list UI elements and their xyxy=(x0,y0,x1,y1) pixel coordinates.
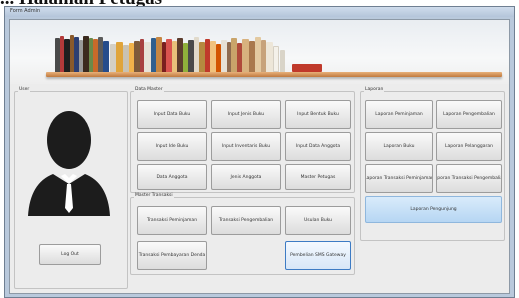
book-icon xyxy=(242,39,249,72)
input-data-anggota-button[interactable]: Input Data Anggota xyxy=(285,132,351,161)
user-panel-label: User xyxy=(18,87,31,93)
data-master-panel: Data Master Input Data Buku Input Jenis … xyxy=(130,87,355,193)
book-icon xyxy=(116,42,123,72)
book-icon xyxy=(103,41,109,72)
red-book-icon xyxy=(292,64,322,72)
master-petugas-button[interactable]: Master Petugas xyxy=(285,164,351,190)
form-admin-window: Form Admin User Log Out Data Master Inpu… xyxy=(4,6,515,298)
logout-button[interactable]: Log Out xyxy=(39,244,101,265)
laporan-pelanggaran-button[interactable]: Laporan Pelanggaran xyxy=(436,132,502,161)
transaksi-peminjaman-button[interactable]: Transaksi Peminjaman xyxy=(137,206,207,235)
bookshelf-image xyxy=(10,20,509,84)
book-icon xyxy=(273,46,279,72)
laporan-pengembalian-button[interactable]: Laporan Pengembalian xyxy=(436,100,502,129)
usulan-buku-button[interactable]: Usulan Buku xyxy=(285,206,351,235)
transaksi-pengembalian-button[interactable]: Transaksi Pengembalian xyxy=(211,206,281,235)
laporan-transaksi-peminjaman-button[interactable]: Laporan Transaksi Peminjaman xyxy=(365,164,433,193)
book-icon xyxy=(144,42,151,72)
title-bar[interactable]: Form Admin xyxy=(5,7,514,17)
input-bentuk-buku-button[interactable]: Input Bentuk Buku xyxy=(285,100,351,129)
input-jenis-buku-button[interactable]: Input Jenis Buku xyxy=(211,100,281,129)
data-anggota-button[interactable]: Data Anggota xyxy=(137,164,207,190)
data-master-label: Data Master xyxy=(134,87,164,93)
laporan-label: Laporan xyxy=(364,87,385,93)
laporan-peminjaman-button[interactable]: Laporan Peminjaman xyxy=(365,100,433,129)
laporan-transaksi-pengembalian-button[interactable]: Laporan Transaksi Pengembalian xyxy=(436,164,502,193)
user-panel: User Log Out xyxy=(14,87,128,289)
window-title: Form Admin xyxy=(10,8,41,14)
user-avatar-icon xyxy=(28,111,110,216)
header-banner xyxy=(10,20,509,84)
book-icon xyxy=(266,42,273,72)
input-data-buku-button[interactable]: Input Data Buku xyxy=(137,100,207,129)
master-transaksi-label: Master Transaksi xyxy=(134,193,174,199)
input-ide-buku-button[interactable]: Input Ide Buku xyxy=(137,132,207,161)
wooden-shelf xyxy=(46,72,502,77)
jenis-anggota-button[interactable]: Jenis Anggota xyxy=(211,164,281,190)
laporan-pengunjung-button[interactable]: Laporan Pengunjung xyxy=(365,196,502,223)
laporan-buku-button[interactable]: Laporan Buku xyxy=(365,132,433,161)
input-inventaris-buku-button[interactable]: Input Inventaris Buku xyxy=(211,132,281,161)
transaksi-pembayaran-denda-button[interactable]: Transaksi Pembayaran Denda xyxy=(137,241,207,270)
window-client-area: User Log Out Data Master Input Data Buku… xyxy=(9,19,510,294)
laporan-panel: Laporan Laporan Peminjaman Laporan Penge… xyxy=(360,87,505,241)
pembelian-sms-gateway-button[interactable]: Pembelian SMS Gateway xyxy=(285,241,351,270)
book-icon xyxy=(280,50,285,72)
master-transaksi-panel: Master Transaksi Transaksi Peminjaman Tr… xyxy=(130,193,355,275)
